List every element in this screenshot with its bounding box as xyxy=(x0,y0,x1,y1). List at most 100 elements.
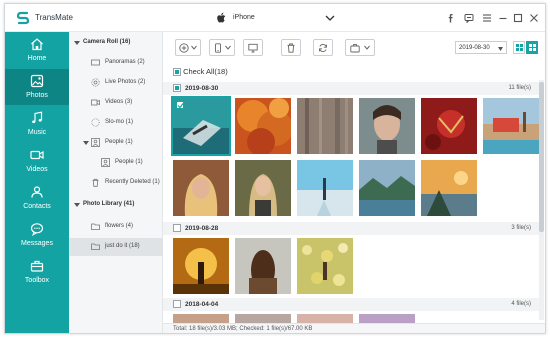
nav-toolbox[interactable]: Toolbox xyxy=(5,254,69,290)
group-checkbox[interactable] xyxy=(173,224,181,232)
chevron-down-icon xyxy=(191,45,197,50)
photo-thumbnail[interactable] xyxy=(235,314,291,323)
minimize-icon[interactable] xyxy=(498,13,508,23)
feedback-icon[interactable] xyxy=(464,13,474,23)
toolbox-icon xyxy=(350,44,360,53)
close-icon[interactable] xyxy=(529,13,539,23)
folder-icon xyxy=(91,223,100,230)
contacts-icon xyxy=(31,186,43,198)
album-tree: Camera Roll (16) Panoramas (2) Live Phot… xyxy=(69,32,163,333)
group-checkbox[interactable] xyxy=(173,300,181,308)
photo-thumbnail[interactable] xyxy=(297,98,353,154)
check-all[interactable]: Check All(18) xyxy=(173,67,228,78)
nav-messages[interactable]: Messages xyxy=(5,217,69,253)
nav-messages-label: Messages xyxy=(21,240,53,247)
tree-photo-library[interactable]: Photo Library (41) xyxy=(69,196,163,214)
photo-thumbnail[interactable] xyxy=(297,314,353,323)
scrollbar-thumb[interactable] xyxy=(539,82,544,232)
home-icon xyxy=(31,38,43,51)
menu-icon[interactable] xyxy=(482,13,492,23)
photo-thumbnail[interactable] xyxy=(235,160,291,216)
nav-home-label: Home xyxy=(27,55,47,62)
photo-thumbnail[interactable] xyxy=(297,238,353,294)
caret-down-icon xyxy=(74,41,80,45)
refresh-button[interactable] xyxy=(313,39,333,56)
nav-home[interactable]: Home xyxy=(5,32,69,68)
group-header: 2019-08-28 3 file(s) xyxy=(163,222,539,235)
delete-button[interactable] xyxy=(281,39,301,56)
date-filter-select[interactable]: 2019-08-30 xyxy=(455,41,507,54)
grid-view-button[interactable] xyxy=(526,41,538,54)
tree-camera-roll[interactable]: Camera Roll (16) xyxy=(69,34,163,52)
photo-thumbnail[interactable] xyxy=(421,98,477,154)
maximize-icon[interactable] xyxy=(513,13,523,23)
tree-slomo[interactable]: Slo-mo (1) xyxy=(69,114,163,132)
photo-thumbnail[interactable] xyxy=(421,160,477,216)
photo-thumbnail[interactable] xyxy=(359,314,415,323)
photo-thumbnail[interactable] xyxy=(297,160,353,216)
photo-thumbnail[interactable] xyxy=(173,238,229,294)
nav-music-label: Music xyxy=(27,129,47,136)
tree-videos[interactable]: Videos (3) xyxy=(69,94,163,112)
photo-checkbox[interactable] xyxy=(176,101,184,109)
slomo-icon xyxy=(91,118,100,127)
title-bar: TransMate iPhone xyxy=(5,4,545,32)
tree-flowers[interactable]: flowers (4) xyxy=(69,218,163,236)
tree-live-photos[interactable]: Live Photos (2) xyxy=(69,74,163,92)
app-window: TransMate iPhone Home Photos Music Video… xyxy=(4,3,546,334)
chevron-down-icon xyxy=(325,15,335,21)
export-to-device-button[interactable] xyxy=(209,39,235,56)
tree-camera-roll-label: Camera Roll (16) xyxy=(83,39,131,45)
list-view-button[interactable] xyxy=(513,41,525,54)
phone-export-icon xyxy=(215,43,221,53)
date-filter-value: 2019-08-30 xyxy=(459,45,490,51)
caret-down-icon xyxy=(83,141,89,145)
tree-photo-library-label: Photo Library (41) xyxy=(83,201,135,207)
tree-panoramas[interactable]: Panoramas (2) xyxy=(69,54,163,72)
group-checkbox[interactable] xyxy=(173,84,181,92)
photo-thumbnail[interactable] xyxy=(235,238,291,294)
tree-people[interactable]: People (1) xyxy=(69,134,163,152)
apple-icon xyxy=(217,12,226,23)
messages-icon xyxy=(30,223,44,236)
photo-thumbnail[interactable] xyxy=(171,96,231,156)
group-header: 2018-04-04 4 file(s) xyxy=(163,298,539,311)
nav-contacts-label: Contacts xyxy=(23,203,51,210)
tree-people-sub[interactable]: People (1) xyxy=(69,154,163,172)
photo-thumbnail[interactable] xyxy=(483,98,539,154)
tree-flowers-label: flowers (4) xyxy=(105,223,134,229)
computer-icon xyxy=(248,43,258,53)
tree-recently-deleted-label: Recently Deleted (1) xyxy=(105,179,160,185)
check-all-checkbox[interactable] xyxy=(173,68,181,77)
tree-recently-deleted[interactable]: Recently Deleted (1) xyxy=(69,174,163,192)
chevron-down-icon xyxy=(364,45,370,50)
photo-thumbnail[interactable] xyxy=(173,160,229,216)
nav-videos[interactable]: Videos xyxy=(5,143,69,179)
tree-panoramas-label: Panoramas (2) xyxy=(105,59,145,65)
export-to-pc-button[interactable] xyxy=(243,39,263,56)
nav-contacts[interactable]: Contacts xyxy=(5,180,69,216)
tree-people-sub-label: People (1) xyxy=(115,159,143,165)
nav-videos-label: Videos xyxy=(26,166,48,173)
tools-button[interactable] xyxy=(345,39,375,56)
nav-music[interactable]: Music xyxy=(5,106,69,142)
tree-live-photos-label: Live Photos (2) xyxy=(105,79,146,85)
panorama-icon xyxy=(91,59,100,66)
nav-photos[interactable]: Photos xyxy=(5,69,69,105)
photo-thumbnail[interactable] xyxy=(235,98,291,154)
vertical-scrollbar[interactable] xyxy=(539,80,544,320)
facebook-icon[interactable] xyxy=(446,13,456,23)
caret-down-icon xyxy=(498,47,503,51)
toolbox-icon xyxy=(30,260,44,272)
people-icon xyxy=(91,138,100,147)
tree-just-do-it[interactable]: just do it (18) xyxy=(69,238,163,256)
app-title: TransMate xyxy=(35,13,73,22)
check-all-label: Check All(18) xyxy=(183,67,228,76)
photo-thumbnail[interactable] xyxy=(359,98,415,154)
folder-icon xyxy=(91,243,100,250)
add-button[interactable] xyxy=(175,39,201,56)
photo-thumbnail[interactable] xyxy=(359,160,415,216)
photo-thumbnail[interactable] xyxy=(173,314,229,323)
device-selector[interactable]: iPhone xyxy=(217,11,335,26)
people-icon xyxy=(101,158,110,167)
